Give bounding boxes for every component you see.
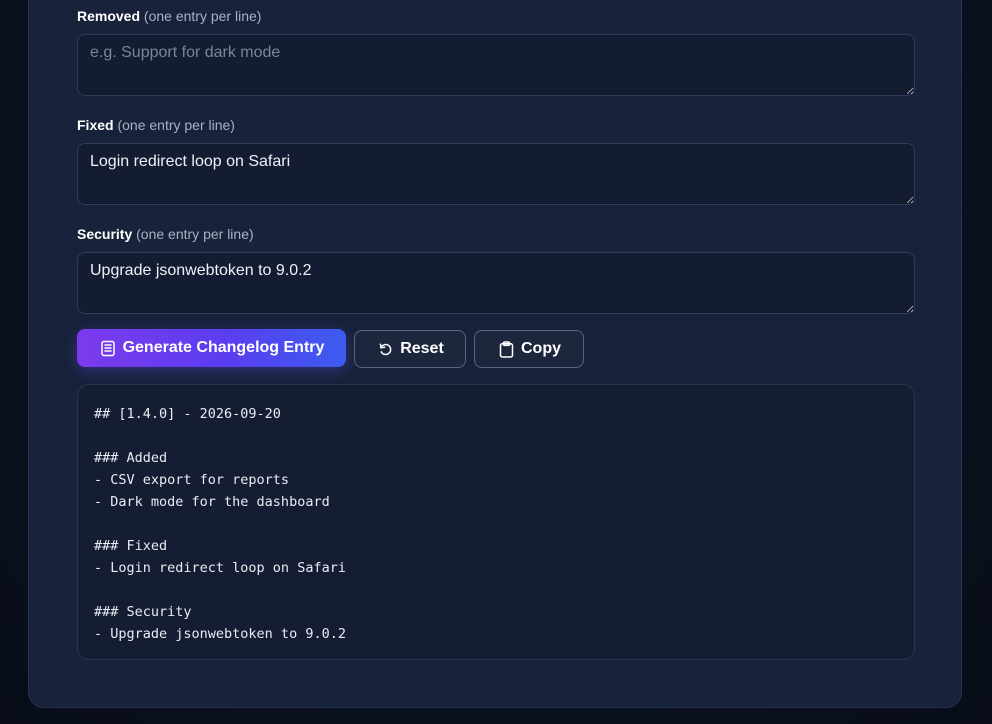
- security-textarea[interactable]: Upgrade jsonwebtoken to 9.0.2: [77, 252, 915, 314]
- generate-changelog-label: Generate Changelog Entry: [122, 339, 325, 356]
- fixed-label-hint: (one entry per line): [117, 117, 235, 133]
- removed-textarea[interactable]: [77, 34, 915, 96]
- security-label-text: Security: [77, 226, 133, 242]
- removed-label: Removed (one entry per line): [77, 8, 261, 24]
- changelog-output[interactable]: ## [1.4.0] - 2026-09-20 ### Added - CSV …: [77, 384, 915, 660]
- fixed-label: Fixed (one entry per line): [77, 117, 235, 133]
- security-label: Security (one entry per line): [77, 226, 254, 242]
- reset-icon: [376, 340, 394, 358]
- generate-changelog-button[interactable]: Generate Changelog Entry: [77, 329, 346, 367]
- fixed-textarea[interactable]: Login redirect loop on Safari: [77, 143, 915, 205]
- copy-label: Copy: [521, 340, 561, 357]
- clipboard-icon: [497, 340, 515, 358]
- security-label-hint: (one entry per line): [136, 226, 254, 242]
- reset-label: Reset: [400, 340, 444, 357]
- removed-label-text: Removed: [77, 8, 141, 24]
- document-list-icon: [99, 339, 117, 357]
- reset-button[interactable]: Reset: [354, 330, 466, 368]
- removed-label-hint: (one entry per line): [143, 8, 262, 24]
- fixed-label-text: Fixed: [77, 117, 114, 133]
- copy-button[interactable]: Copy: [474, 330, 584, 368]
